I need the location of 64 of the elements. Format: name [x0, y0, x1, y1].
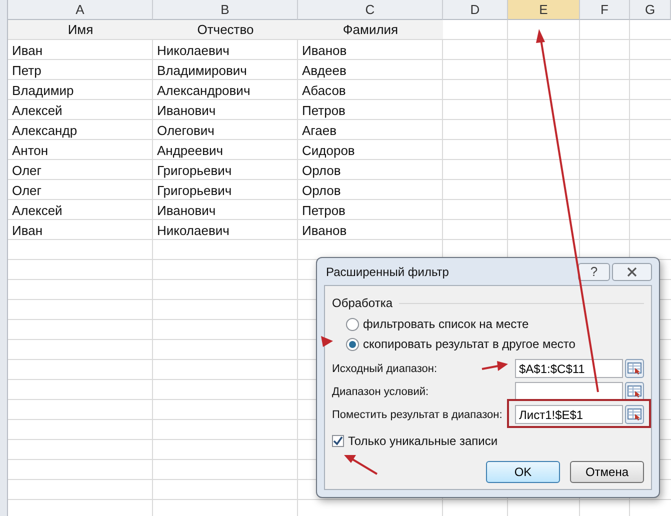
table-cell-text: Владимирович [156, 62, 248, 80]
column-header[interactable]: G [630, 0, 671, 20]
table-cell-text: Орлов [301, 182, 342, 200]
column-header[interactable]: B [153, 0, 298, 20]
dialog-button[interactable]: Отмена [570, 461, 644, 483]
radio-button[interactable] [346, 318, 359, 330]
group-label: Обработка [332, 296, 393, 310]
table-cell-text: Александрович [156, 82, 252, 100]
checkbox-label[interactable]: Только уникальные записи [348, 434, 498, 448]
table-cell-text: Андреевич [156, 142, 224, 160]
radio-label[interactable]: скопировать результат в другое место [363, 337, 576, 351]
column-header[interactable]: A [8, 0, 153, 20]
table-cell-text: Владимир [11, 82, 75, 100]
table-cell-text: Орлов [301, 162, 342, 180]
column-header[interactable]: F [580, 0, 630, 20]
range-field[interactable]: $A$1:$C$11 [515, 359, 623, 378]
column-heading: Имя [8, 20, 153, 39]
column-header[interactable]: E [508, 0, 580, 20]
table-cell-text: Олегович [156, 122, 216, 140]
table-cell-text: Олег [11, 162, 43, 180]
annotation-arrow [482, 361, 508, 371]
table-cell-text: Олег [11, 182, 43, 200]
table-cell-text: Иван [11, 42, 44, 60]
dialog-button[interactable]: OK [486, 461, 560, 483]
column-header[interactable]: C [298, 0, 443, 20]
table-cell-text: Григорьевич [156, 182, 233, 200]
table-cell-text: Иван [11, 222, 44, 240]
dialog-title: Расширенный фильтр [325, 264, 450, 278]
checkbox[interactable] [332, 435, 344, 447]
table-cell-text: Абасов [301, 82, 347, 100]
annotation-arrow [344, 455, 378, 475]
column-heading: Отчество [153, 20, 298, 39]
table-cell-text: Иванович [156, 102, 217, 120]
table-cell-text: Николаевич [156, 222, 230, 240]
table-cell-text: Григорьевич [156, 162, 233, 180]
table-cell-text: Антон [11, 142, 50, 160]
radio-button[interactable] [346, 338, 359, 350]
table-cell-text: Алексей [11, 202, 64, 220]
range-picker-icon[interactable] [625, 359, 644, 378]
field-label: Исходный диапазон: [332, 362, 438, 374]
table-cell-text: Петров [301, 202, 346, 220]
table-cell-text: Иванов [301, 42, 348, 60]
table-cell-text: Сидоров [301, 142, 356, 160]
close-button[interactable] [612, 262, 652, 280]
radio-label[interactable]: фильтровать список на месте [363, 317, 529, 331]
annotation-arrow [321, 336, 333, 347]
table-cell-text: Петров [301, 102, 346, 120]
close-icon [627, 266, 637, 276]
table-cell-text: Агаев [301, 122, 338, 140]
table-cell-text: Авдеев [301, 62, 348, 80]
table-cell-text: Петр [11, 62, 42, 80]
field-label: Диапазон условий: [332, 386, 429, 398]
range-field[interactable]: Лист1!$E$1 [515, 405, 623, 424]
range-picker-icon[interactable] [625, 382, 644, 401]
table-cell-text: Александр [11, 122, 78, 140]
table-cell-text: Алексей [11, 102, 64, 120]
table-cell-text: Иванов [301, 222, 348, 240]
help-button[interactable]: ? [578, 262, 610, 280]
column-header[interactable]: D [443, 0, 508, 20]
table-cell-text: Николаевич [156, 42, 230, 60]
field-label: Поместить результат в диапазон: [332, 408, 502, 420]
column-heading: Фамилия [298, 20, 443, 39]
range-picker-icon[interactable] [625, 405, 644, 424]
table-cell-text: Иванович [156, 202, 217, 220]
